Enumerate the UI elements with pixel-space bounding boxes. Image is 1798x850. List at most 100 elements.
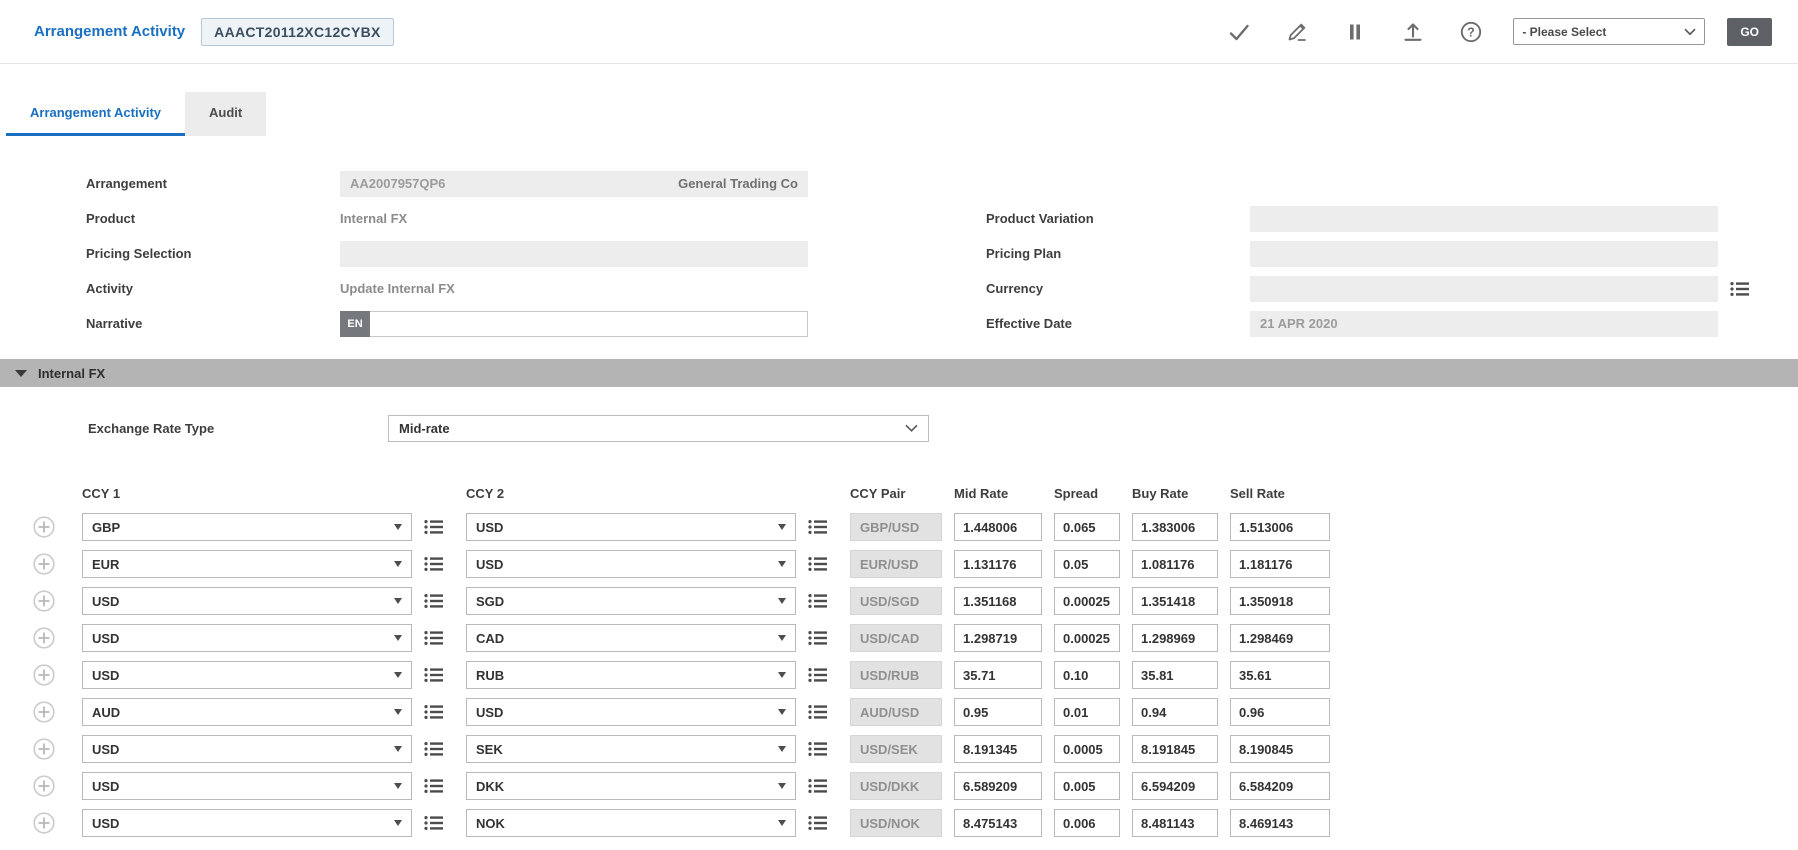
effective-date-value: 21 APR 2020	[1260, 316, 1338, 331]
help-icon[interactable]: ?	[1459, 20, 1483, 44]
ccy2-select[interactable]: SGD	[466, 587, 796, 615]
buy-rate-input[interactable]	[1132, 587, 1218, 615]
ccy2-select[interactable]: SEK	[466, 735, 796, 763]
ccy1-lookup-list-icon[interactable]	[424, 630, 454, 646]
ccy1-lookup-list-icon[interactable]	[424, 778, 454, 794]
buy-rate-input[interactable]	[1132, 513, 1218, 541]
ccy2-lookup-list-icon[interactable]	[808, 630, 838, 646]
add-row-button[interactable]	[18, 553, 70, 575]
spread-input[interactable]	[1054, 587, 1120, 615]
buy-rate-input[interactable]	[1132, 661, 1218, 689]
ccy2-select[interactable]: RUB	[466, 661, 796, 689]
ccy2-select[interactable]: NOK	[466, 809, 796, 837]
spread-input[interactable]	[1054, 735, 1120, 763]
mid-rate-input[interactable]	[954, 735, 1042, 763]
ccy2-lookup-list-icon[interactable]	[808, 815, 838, 831]
ccy2-lookup-list-icon[interactable]	[808, 778, 838, 794]
ccy2-select[interactable]: CAD	[466, 624, 796, 652]
hold-pause-icon[interactable]	[1343, 20, 1367, 44]
ccy1-lookup-list-icon[interactable]	[424, 815, 454, 831]
field-row-product: Product Internal FX	[86, 201, 808, 236]
mid-rate-input[interactable]	[954, 550, 1042, 578]
currency-field-wrap	[1250, 276, 1750, 302]
ccy1-lookup-list-icon[interactable]	[424, 667, 454, 683]
buy-rate-input[interactable]	[1132, 624, 1218, 652]
mid-rate-input[interactable]	[954, 772, 1042, 800]
ccy2-lookup-list-icon[interactable]	[808, 593, 838, 609]
spread-input[interactable]	[1054, 809, 1120, 837]
exchange-rate-type-value: Mid-rate	[399, 421, 450, 436]
ccy1-select[interactable]: USD	[82, 809, 412, 837]
ccy1-select[interactable]: USD	[82, 772, 412, 800]
mid-rate-input[interactable]	[954, 661, 1042, 689]
dropdown-triangle-icon	[394, 709, 402, 715]
add-row-button[interactable]	[18, 738, 70, 760]
ccy1-lookup-list-icon[interactable]	[424, 741, 454, 757]
ccy1-lookup-list-icon[interactable]	[424, 593, 454, 609]
buy-rate-input[interactable]	[1132, 809, 1218, 837]
tab-arrangement-activity[interactable]: Arrangement Activity	[6, 92, 185, 136]
exchange-rate-type-select[interactable]: Mid-rate	[388, 415, 929, 442]
spread-input[interactable]	[1054, 661, 1120, 689]
spread-input[interactable]	[1054, 772, 1120, 800]
go-button[interactable]: GO	[1727, 18, 1772, 46]
ccy1-select[interactable]: USD	[82, 624, 412, 652]
ccy1-lookup-list-icon[interactable]	[424, 704, 454, 720]
sell-rate-input[interactable]	[1230, 587, 1330, 615]
add-row-button[interactable]	[18, 775, 70, 797]
ccy1-lookup-list-icon[interactable]	[424, 556, 454, 572]
sign-validate-icon[interactable]	[1285, 20, 1309, 44]
buy-rate-input[interactable]	[1132, 772, 1218, 800]
sell-rate-input[interactable]	[1230, 809, 1330, 837]
add-row-button[interactable]	[18, 590, 70, 612]
ccy2-select[interactable]: DKK	[466, 772, 796, 800]
ccy2-lookup-list-icon[interactable]	[808, 556, 838, 572]
sell-rate-input[interactable]	[1230, 698, 1330, 726]
add-row-button[interactable]	[18, 627, 70, 649]
mid-rate-input[interactable]	[954, 513, 1042, 541]
ccy2-lookup-list-icon[interactable]	[808, 741, 838, 757]
ccy1-select[interactable]: USD	[82, 735, 412, 763]
ccy2-lookup-list-icon[interactable]	[808, 667, 838, 683]
mid-rate-input[interactable]	[954, 809, 1042, 837]
spread-input[interactable]	[1054, 550, 1120, 578]
dropdown-triangle-icon	[778, 820, 786, 826]
spread-input[interactable]	[1054, 624, 1120, 652]
add-row-button[interactable]	[18, 812, 70, 834]
sell-rate-input[interactable]	[1230, 513, 1330, 541]
ccy2-lookup-list-icon[interactable]	[808, 519, 838, 535]
ccy2-select[interactable]: USD	[466, 698, 796, 726]
ccy1-select[interactable]: GBP	[82, 513, 412, 541]
currency-lookup-list-icon[interactable]	[1730, 281, 1750, 297]
internal-fx-section-header[interactable]: Internal FX	[0, 359, 1798, 387]
ccy1-select[interactable]: USD	[82, 587, 412, 615]
mid-rate-input[interactable]	[954, 624, 1042, 652]
tab-audit[interactable]: Audit	[185, 92, 266, 136]
spread-input[interactable]	[1054, 513, 1120, 541]
buy-rate-input[interactable]	[1132, 550, 1218, 578]
spread-input[interactable]	[1054, 698, 1120, 726]
upload-icon[interactable]	[1401, 20, 1425, 44]
add-row-button[interactable]	[18, 701, 70, 723]
buy-rate-input[interactable]	[1132, 735, 1218, 763]
add-row-button[interactable]	[18, 516, 70, 538]
action-select-dropdown[interactable]: - Please Select	[1513, 18, 1705, 45]
sell-rate-input[interactable]	[1230, 661, 1330, 689]
commit-check-icon[interactable]	[1227, 20, 1251, 44]
ccy1-select[interactable]: AUD	[82, 698, 412, 726]
add-row-button[interactable]	[18, 664, 70, 686]
sell-rate-input[interactable]	[1230, 772, 1330, 800]
ccy1-select[interactable]: EUR	[82, 550, 412, 578]
ccy1-select[interactable]: USD	[82, 661, 412, 689]
buy-rate-input[interactable]	[1132, 698, 1218, 726]
mid-rate-input[interactable]	[954, 587, 1042, 615]
mid-rate-input[interactable]	[954, 698, 1042, 726]
ccy1-lookup-list-icon[interactable]	[424, 519, 454, 535]
sell-rate-input[interactable]	[1230, 550, 1330, 578]
ccy2-select[interactable]: USD	[466, 513, 796, 541]
ccy2-select[interactable]: USD	[466, 550, 796, 578]
sell-rate-input[interactable]	[1230, 735, 1330, 763]
ccy2-lookup-list-icon[interactable]	[808, 704, 838, 720]
narrative-input[interactable]	[370, 311, 808, 337]
sell-rate-input[interactable]	[1230, 624, 1330, 652]
